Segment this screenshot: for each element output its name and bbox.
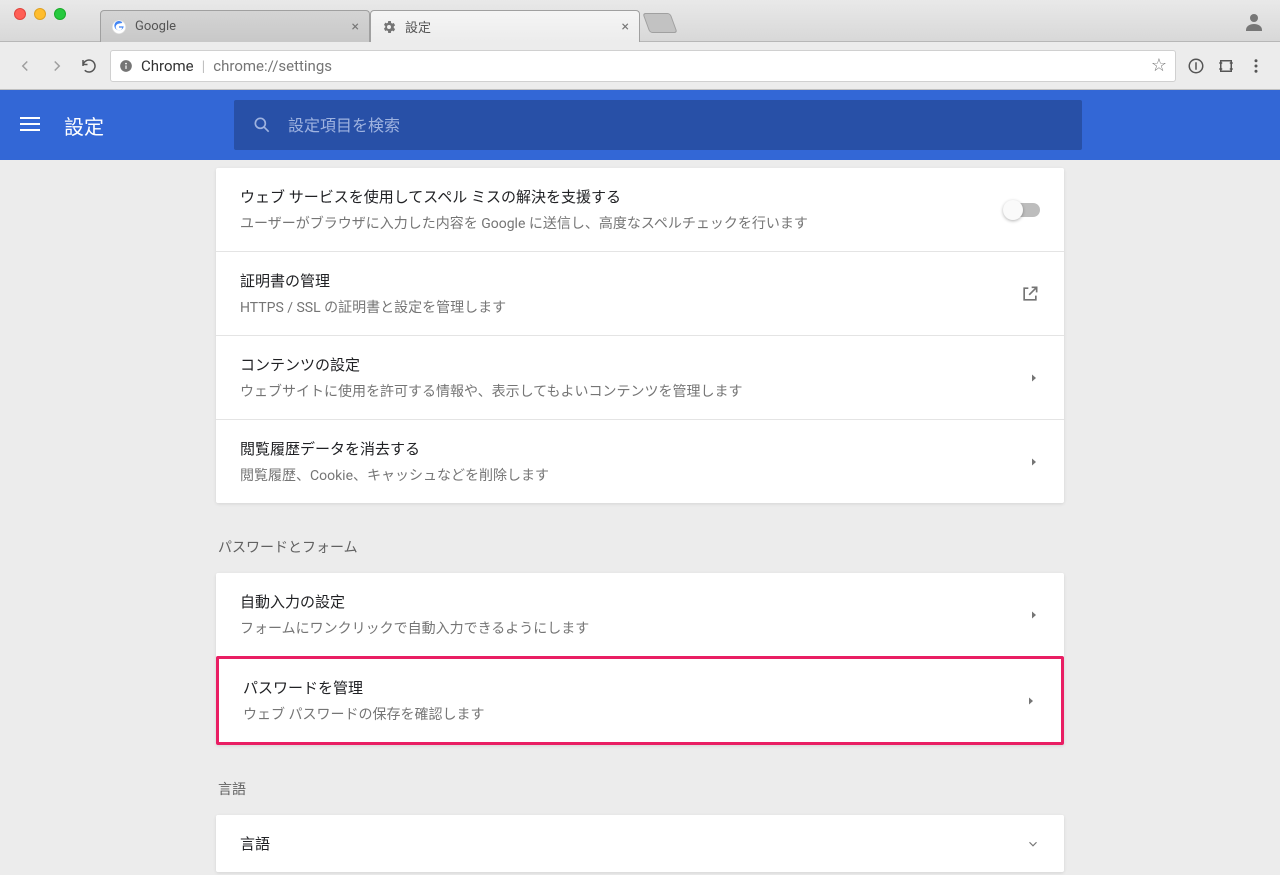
extension-info-icon[interactable] (1186, 56, 1206, 76)
language-card: 言語 (216, 815, 1064, 872)
chevron-down-icon (1026, 837, 1040, 851)
google-favicon-icon (111, 19, 127, 35)
row-desc: HTTPS / SSL の証明書と設定を管理します (240, 297, 1020, 317)
row-manage-passwords[interactable]: パスワードを管理 ウェブ パスワードの保存を確認します (216, 656, 1064, 745)
new-tab-button[interactable] (642, 13, 677, 33)
toggle-switch[interactable] (1006, 203, 1040, 217)
minimize-window-button[interactable] (34, 8, 46, 20)
site-info-icon[interactable] (119, 59, 133, 73)
chevron-right-icon (1028, 456, 1040, 468)
settings-search-input[interactable] (288, 116, 1064, 135)
hamburger-menu-icon[interactable] (20, 113, 44, 137)
settings-header: 設定 (0, 90, 1280, 160)
bookmark-star-icon[interactable]: ☆ (1151, 55, 1167, 76)
row-desc: フォームにワンクリックで自動入力できるようにします (240, 618, 1028, 638)
window-titlebar: Google × 設定 × (0, 0, 1280, 42)
close-window-button[interactable] (14, 8, 26, 20)
maximize-window-button[interactable] (54, 8, 66, 20)
chevron-right-icon (1025, 695, 1037, 707)
row-title: コンテンツの設定 (240, 354, 1028, 375)
tab-title: 設定 (405, 17, 431, 36)
profile-avatar-icon[interactable] (1242, 10, 1266, 34)
settings-body: ウェブ サービスを使用してスペル ミスの解決を支援する ユーザーがブラウザに入力… (0, 160, 1280, 872)
browser-tabs: Google × 設定 × (100, 4, 674, 42)
row-language[interactable]: 言語 (216, 815, 1064, 872)
settings-search[interactable] (234, 100, 1082, 150)
omnibox-origin: Chrome (141, 57, 194, 75)
row-autofill[interactable]: 自動入力の設定 フォームにワンクリックで自動入力できるようにします (216, 573, 1064, 656)
back-button[interactable] (14, 55, 36, 77)
tab-google[interactable]: Google × (100, 10, 370, 42)
row-spellcheck[interactable]: ウェブ サービスを使用してスペル ミスの解決を支援する ユーザーがブラウザに入力… (216, 168, 1064, 251)
extension-crop-icon[interactable] (1216, 56, 1236, 76)
row-desc: 閲覧履歴、Cookie、キャッシュなどを削除します (240, 465, 1028, 485)
privacy-card: ウェブ サービスを使用してスペル ミスの解決を支援する ユーザーがブラウザに入力… (216, 168, 1064, 503)
chevron-right-icon (1028, 609, 1040, 621)
section-label-language: 言語 (216, 745, 1064, 815)
row-title: パスワードを管理 (243, 677, 1025, 698)
passwords-card: 自動入力の設定 フォームにワンクリックで自動入力できるようにします パスワードを… (216, 573, 1064, 745)
gear-icon (381, 19, 397, 35)
row-title: ウェブ サービスを使用してスペル ミスの解決を支援する (240, 186, 1006, 207)
row-certificates[interactable]: 証明書の管理 HTTPS / SSL の証明書と設定を管理します (216, 251, 1064, 335)
section-label-passwords: パスワードとフォーム (216, 503, 1064, 573)
row-desc: ウェブ パスワードの保存を確認します (243, 704, 1025, 724)
row-content-settings[interactable]: コンテンツの設定 ウェブサイトに使用を許可する情報や、表示してもよいコンテンツを… (216, 335, 1064, 419)
browser-menu-icon[interactable] (1246, 56, 1266, 76)
external-link-icon (1020, 284, 1040, 304)
omnibox-divider: | (202, 57, 206, 75)
browser-toolbar: Chrome | chrome://settings ☆ (0, 42, 1280, 90)
row-title: 自動入力の設定 (240, 591, 1028, 612)
address-bar[interactable]: Chrome | chrome://settings ☆ (110, 50, 1176, 82)
row-title: 閲覧履歴データを消去する (240, 438, 1028, 459)
row-title: 言語 (240, 833, 1026, 854)
row-clear-browsing-data[interactable]: 閲覧履歴データを消去する 閲覧履歴、Cookie、キャッシュなどを削除します (216, 419, 1064, 503)
forward-button[interactable] (46, 55, 68, 77)
omnibox-url: chrome://settings (213, 57, 332, 75)
close-tab-icon[interactable]: × (352, 19, 359, 35)
chevron-right-icon (1028, 372, 1040, 384)
row-desc: ウェブサイトに使用を許可する情報や、表示してもよいコンテンツを管理します (240, 381, 1028, 401)
reload-button[interactable] (78, 55, 100, 77)
search-icon (252, 115, 272, 135)
settings-title: 設定 (64, 111, 104, 140)
close-tab-icon[interactable]: × (622, 19, 629, 35)
tab-settings[interactable]: 設定 × (370, 10, 640, 42)
tab-title: Google (135, 19, 176, 34)
row-desc: ユーザーがブラウザに入力した内容を Google に送信し、高度なスペルチェック… (240, 213, 1006, 233)
row-title: 証明書の管理 (240, 270, 1020, 291)
